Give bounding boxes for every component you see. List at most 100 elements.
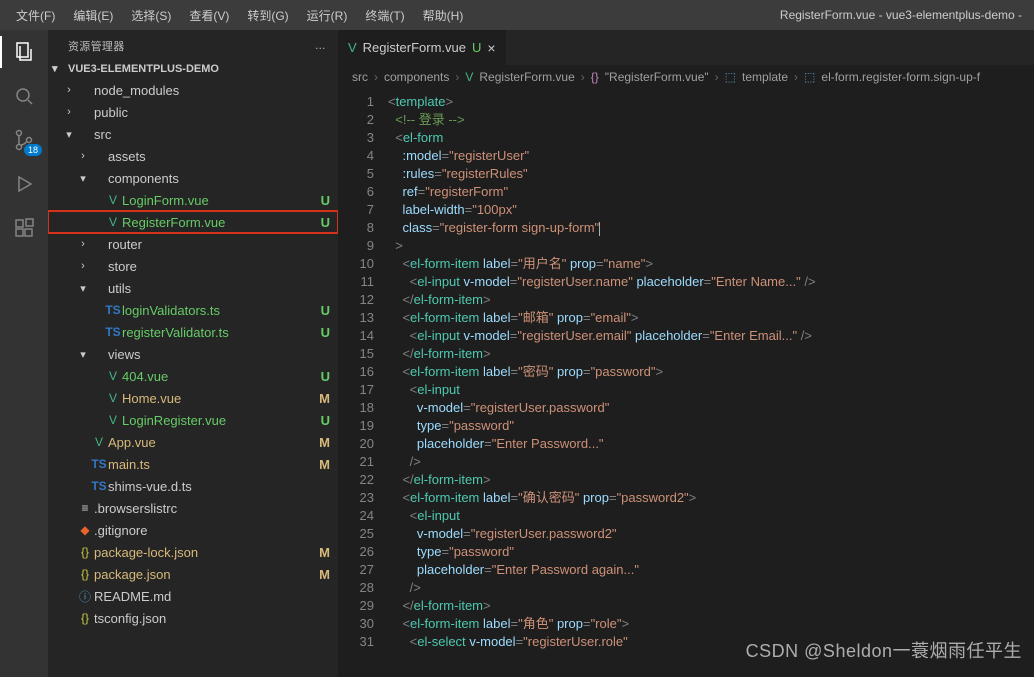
sidebar-title: 资源管理器 [68, 38, 125, 54]
file-tsconfig.json[interactable]: {}tsconfig.json [48, 607, 338, 629]
git-status: U [314, 369, 330, 384]
file-label: public [94, 105, 310, 120]
file-label: tsconfig.json [94, 611, 310, 626]
chevron-icon: › [76, 260, 90, 272]
git-status: U [314, 325, 330, 340]
ts-file-icon: TS [90, 479, 108, 493]
file-label: node_modules [94, 83, 310, 98]
git-status: M [314, 567, 330, 582]
chevron-icon: ▾ [76, 172, 90, 185]
search-icon[interactable] [10, 82, 38, 110]
git-status: U [314, 303, 330, 318]
folder-store[interactable]: ›store [48, 255, 338, 277]
file-package.json[interactable]: {}package.json M [48, 563, 338, 585]
file-.gitignore[interactable]: ◆.gitignore [48, 519, 338, 541]
menu-item[interactable]: 查看(V) [181, 4, 237, 27]
breadcrumb-item[interactable]: RegisterForm.vue [479, 70, 574, 84]
chevron-icon: ▾ [76, 282, 90, 295]
project-header[interactable]: ▾ VUE3-ELEMENTPLUS-DEMO [48, 58, 338, 79]
folder-components[interactable]: ▾components [48, 167, 338, 189]
file-label: Home.vue [122, 391, 310, 406]
tab-filename: RegisterForm.vue [363, 40, 466, 55]
file-readme.md[interactable]: ⓘREADME.md [48, 585, 338, 607]
vue-file-icon: V [348, 40, 357, 55]
folder-utils[interactable]: ▾ utils [48, 277, 338, 299]
folder-assets[interactable]: ›assets [48, 145, 338, 167]
menu-item[interactable]: 转到(G) [239, 4, 296, 27]
file-registervalidator.ts[interactable]: TSregisterValidator.tsU [48, 321, 338, 343]
code-editor[interactable]: 1234567891011121314151617181920212223242… [338, 89, 1034, 677]
file-label: .gitignore [94, 523, 310, 538]
vue-file-icon: V [104, 391, 122, 405]
editor-tabs: V RegisterForm.vue U × [338, 30, 1034, 65]
chevron-right-icon: › [794, 70, 798, 84]
file-label: package.json [94, 567, 310, 582]
sidebar-more-icon[interactable]: … [315, 40, 326, 52]
breadcrumb-item[interactable]: "RegisterForm.vue" [605, 70, 709, 84]
file-label: LoginRegister.vue [122, 413, 310, 428]
chevron-icon: › [76, 238, 90, 250]
tab-registerform[interactable]: V RegisterForm.vue U × [338, 30, 507, 65]
run-debug-icon[interactable] [10, 170, 38, 198]
file-label: LoginForm.vue [122, 193, 310, 208]
json-file-icon: {} [76, 567, 94, 581]
vue-file-icon: V [104, 193, 122, 207]
file-loginregister.vue[interactable]: VLoginRegister.vue U [48, 409, 338, 431]
extensions-icon[interactable] [10, 214, 38, 242]
breadcrumb-item[interactable]: el-form.register-form.sign-up-f [821, 70, 980, 84]
explorer-sidebar: 资源管理器 … ▾ VUE3-ELEMENTPLUS-DEMO ›node_mo… [48, 30, 338, 677]
file-label: utils [108, 281, 310, 296]
file-loginform.vue[interactable]: VLoginForm.vueU [48, 189, 338, 211]
breadcrumb[interactable]: src›components›VRegisterForm.vue›{}"Regi… [338, 65, 1034, 89]
menu-item[interactable]: 终端(T) [357, 4, 412, 27]
file-.browserslistrc[interactable]: ≡.browserslistrc [48, 497, 338, 519]
file-home.vue[interactable]: VHome.vueM [48, 387, 338, 409]
breadcrumb-item[interactable]: template [742, 70, 788, 84]
file-main.ts[interactable]: TSmain.tsM [48, 453, 338, 475]
folder-router[interactable]: ›router [48, 233, 338, 255]
tab-git-status: U [472, 40, 481, 55]
file-icon: ≡ [76, 501, 94, 515]
file-404.vue[interactable]: V404.vueU [48, 365, 338, 387]
git-status: U [314, 413, 330, 428]
menu-item[interactable]: 文件(F) [8, 4, 63, 27]
file-icon: ⓘ [76, 588, 94, 605]
file-label: src [94, 127, 310, 142]
git-status: M [314, 545, 330, 560]
breadcrumb-icon: ⬚ [804, 70, 815, 84]
file-label: README.md [94, 589, 310, 604]
folder-node_modules[interactable]: ›node_modules [48, 79, 338, 101]
file-shims-vue.d.ts[interactable]: TSshims-vue.d.ts [48, 475, 338, 497]
close-icon[interactable]: × [487, 40, 495, 56]
menu-item[interactable]: 选择(S) [123, 4, 179, 27]
file-registerform.vue[interactable]: VRegisterForm.vueU [48, 211, 338, 233]
explorer-icon[interactable] [10, 38, 38, 66]
file-loginvalidators.ts[interactable]: TSloginValidators.tsU [48, 299, 338, 321]
menu-item[interactable]: 运行(R) [299, 4, 356, 27]
folder-public[interactable]: › public [48, 101, 338, 123]
chevron-right-icon: › [374, 70, 378, 84]
ts-file-icon: TS [104, 303, 122, 317]
file-app.vue[interactable]: VApp.vueM [48, 431, 338, 453]
vue-file-icon: V [104, 413, 122, 427]
breadcrumb-item[interactable]: components [384, 70, 449, 84]
source-control-icon[interactable]: 18 [10, 126, 38, 154]
code-content[interactable]: <template> <!-- 登录 --> <el-form :model="… [388, 89, 1034, 677]
breadcrumb-item[interactable]: src [352, 70, 368, 84]
file-label: .browserslistrc [94, 501, 310, 516]
activity-bar: 18 [0, 30, 48, 677]
folder-src[interactable]: ▾ src [48, 123, 338, 145]
ts-file-icon: TS [104, 325, 122, 339]
chevron-icon: ▾ [62, 128, 76, 141]
main-menu: 文件(F)编辑(E)选择(S)查看(V)转到(G)运行(R)终端(T)帮助(H) [8, 4, 471, 27]
menu-item[interactable]: 帮助(H) [415, 4, 472, 27]
vue-file-icon: V [90, 435, 108, 449]
folder-views[interactable]: ▾views [48, 343, 338, 365]
breadcrumb-icon: V [465, 70, 473, 84]
menu-item[interactable]: 编辑(E) [65, 4, 121, 27]
git-status: U [314, 215, 330, 230]
file-package-lock.json[interactable]: {}package-lock.jsonM [48, 541, 338, 563]
ts-file-icon: TS [90, 457, 108, 471]
chevron-icon: › [62, 106, 76, 118]
title-bar: 文件(F)编辑(E)选择(S)查看(V)转到(G)运行(R)终端(T)帮助(H)… [0, 0, 1034, 30]
